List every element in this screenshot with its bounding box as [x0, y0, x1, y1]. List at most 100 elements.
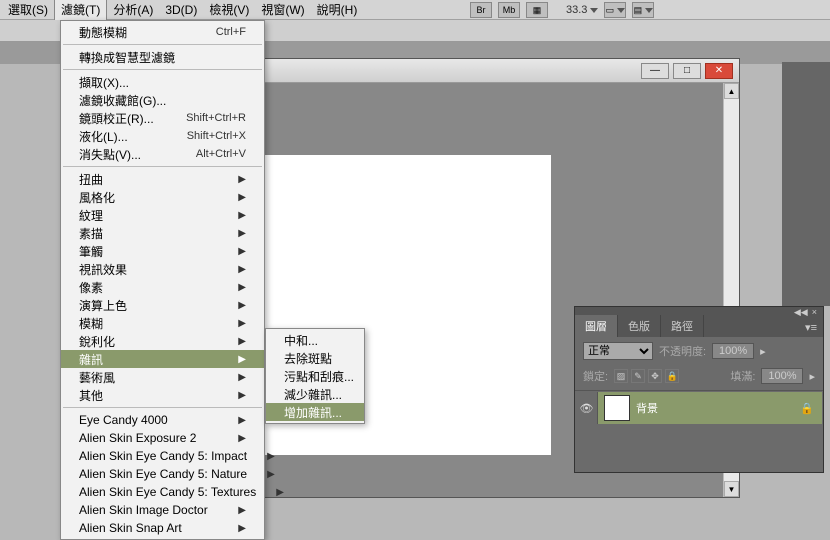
menu-item-label: 紋理 — [79, 207, 103, 224]
menu-item[interactable]: 轉換成智慧型濾鏡 — [61, 48, 264, 66]
menu-item[interactable]: 鏡頭校正(R)...Shift+Ctrl+R — [61, 109, 264, 127]
scroll-up-icon[interactable]: ▲ — [724, 83, 739, 99]
bridge-button[interactable]: Br — [470, 2, 492, 18]
lock-paint-icon[interactable]: ✎ — [631, 369, 645, 383]
menu-item[interactable]: Alien Skin Eye Candy 5: Nature▶ — [61, 465, 264, 483]
menu-item[interactable]: 紋理 ▶ — [61, 206, 264, 224]
submenu-arrow-icon: ▶ — [276, 487, 284, 498]
submenu-arrow-icon: ▶ — [238, 415, 246, 426]
layers-panel: ◀◀× 圖層 色版 路徑 ▾≡ 正常 不透明度: 100% ▸ 鎖定: ▨ ✎ … — [574, 306, 824, 473]
zoom-level[interactable]: 33.3 — [566, 4, 598, 16]
submenu-item[interactable]: 減少雜訊... — [266, 385, 364, 403]
filter-menu: 動態模糊Ctrl+F 轉換成智慧型濾鏡擷取(X)...濾鏡收藏館(G)...鏡頭校… — [60, 20, 265, 540]
menu-item[interactable]: Alien Skin Eye Candy 5: Textures▶ — [61, 483, 264, 501]
submenu-item[interactable]: 中和... — [266, 331, 364, 349]
menu-item-label: 動態模糊 — [79, 24, 127, 41]
tab-channels[interactable]: 色版 — [618, 315, 661, 337]
chevron-right-icon[interactable]: ▸ — [809, 370, 815, 383]
menu-item[interactable]: 液化(L)...Shift+Ctrl+X — [61, 127, 264, 145]
submenu-item[interactable]: 污點和刮痕... — [266, 367, 364, 385]
submenu-item[interactable]: 去除斑點 — [266, 349, 364, 367]
menu-item[interactable]: 像素 ▶ — [61, 278, 264, 296]
tab-paths[interactable]: 路徑 — [661, 315, 704, 337]
arrange-button[interactable]: ▤ — [632, 2, 654, 18]
menu-item[interactable]: 消失點(V)...Alt+Ctrl+V — [61, 145, 264, 163]
menu-item-label: Alien Skin Eye Candy 5: Impact — [79, 449, 247, 463]
menu-item-label: 雜訊 — [79, 351, 103, 368]
menu-item[interactable]: Alien Skin Snap Art ▶ — [61, 519, 264, 537]
submenu-arrow-icon: ▶ — [238, 174, 246, 185]
opacity-value[interactable]: 100% — [712, 343, 754, 359]
submenu-arrow-icon: ▶ — [267, 469, 275, 480]
visibility-icon[interactable]: 👁 — [576, 392, 598, 424]
submenu-item[interactable]: 增加雜訊... — [266, 403, 364, 421]
menu-item-label: 液化(L)... — [79, 128, 128, 145]
menu-item-label: 扭曲 — [79, 171, 103, 188]
submenu-item-label: 增加雜訊... — [284, 404, 342, 421]
menu-item[interactable]: 扭曲 ▶ — [61, 170, 264, 188]
menu-item[interactable]: 演算上色▶ — [61, 296, 264, 314]
lock-all-icon[interactable]: 🔒 — [665, 369, 679, 383]
submenu-arrow-icon: ▶ — [238, 210, 246, 221]
fill-label: 填滿: — [730, 368, 755, 384]
screenmode-button[interactable]: ▭ — [604, 2, 626, 18]
menu-item-label: 藝術風 — [79, 369, 115, 386]
submenu-arrow-icon: ▶ — [238, 354, 246, 365]
menu-item-label: 像素 — [79, 279, 103, 296]
lock-label: 鎖定: — [583, 368, 608, 384]
menu-item[interactable]: Alien Skin Image Doctor▶ — [61, 501, 264, 519]
maximize-button[interactable]: □ — [673, 63, 701, 79]
menu-item[interactable]: 濾鏡收藏館(G)... — [61, 91, 264, 109]
menu-item[interactable]: 銳利化▶ — [61, 332, 264, 350]
panel-tabs: 圖層 色版 路徑 ▾≡ — [575, 317, 823, 337]
menu-item[interactable]: 視訊效果 ▶ — [61, 260, 264, 278]
menu-item[interactable]: Alien Skin Eye Candy 5: Impact▶ — [61, 447, 264, 465]
menu-item-label: 轉換成智慧型濾鏡 — [79, 49, 175, 66]
viewextras-button[interactable]: ▦ — [526, 2, 548, 18]
minimize-button[interactable]: — — [641, 63, 669, 79]
menu-item[interactable]: 擷取(X)... — [61, 73, 264, 91]
blend-mode-select[interactable]: 正常 — [583, 342, 653, 360]
menu-item[interactable]: 筆觸▶ — [61, 242, 264, 260]
menu-item[interactable]: 動態模糊Ctrl+F — [61, 23, 264, 41]
panel-menu-icon[interactable]: ▾≡ — [799, 318, 823, 337]
submenu-arrow-icon: ▶ — [238, 264, 246, 275]
layer-name[interactable]: 背景 — [636, 400, 800, 416]
menu-item[interactable]: 風格化 ▶ — [61, 188, 264, 206]
menu-item[interactable]: 藝術風▶ — [61, 368, 264, 386]
fill-value[interactable]: 100% — [761, 368, 803, 384]
menu-item[interactable]: Alien Skin Exposure 2▶ — [61, 429, 264, 447]
submenu-arrow-icon: ▶ — [238, 300, 246, 311]
panel-close-icon[interactable]: × — [812, 307, 817, 317]
submenu-item-label: 去除斑點 — [284, 350, 332, 367]
submenu-arrow-icon: ▶ — [238, 192, 246, 203]
layer-row[interactable]: 👁 背景 🔒 — [576, 392, 822, 424]
minibridge-button[interactable]: Mb — [498, 2, 520, 18]
menu-item-label: Eye Candy 4000 — [79, 413, 168, 427]
tab-layers[interactable]: 圖層 — [575, 315, 618, 337]
menu-item-label: Alien Skin Snap Art — [79, 521, 182, 535]
chevron-right-icon[interactable]: ▸ — [760, 345, 766, 358]
menu-item-label: Alien Skin Eye Candy 5: Textures — [79, 485, 256, 499]
menu-item[interactable]: 其他▶ — [61, 386, 264, 404]
close-button[interactable]: ✕ — [705, 63, 733, 79]
scroll-down-icon[interactable]: ▼ — [724, 481, 739, 497]
menu-item[interactable]: Eye Candy 4000 ▶ — [61, 411, 264, 429]
menu-item-label: 視訊效果 — [79, 261, 127, 278]
submenu-arrow-icon: ▶ — [238, 318, 246, 329]
submenu-arrow-icon: ▶ — [238, 523, 246, 534]
menu-item-label: 濾鏡收藏館(G)... — [79, 92, 166, 109]
collapsed-panel-dock[interactable] — [782, 62, 830, 306]
menu-item-label: 素描 — [79, 225, 103, 242]
layer-thumbnail[interactable] — [604, 395, 630, 421]
submenu-arrow-icon: ▶ — [238, 282, 246, 293]
menu-item[interactable]: 模糊▶ — [61, 314, 264, 332]
menu-item[interactable]: 素描▶ — [61, 224, 264, 242]
menu-item-label: 風格化 — [79, 189, 115, 206]
lock-position-icon[interactable]: ✥ — [648, 369, 662, 383]
menu-item[interactable]: 雜訊 ▶ — [61, 350, 264, 368]
menu-item-label: Alien Skin Exposure 2 — [79, 431, 196, 445]
lock-transparency-icon[interactable]: ▨ — [614, 369, 628, 383]
menu-item-label: Alien Skin Image Doctor — [79, 503, 208, 517]
submenu-item-label: 污點和刮痕... — [284, 368, 354, 385]
